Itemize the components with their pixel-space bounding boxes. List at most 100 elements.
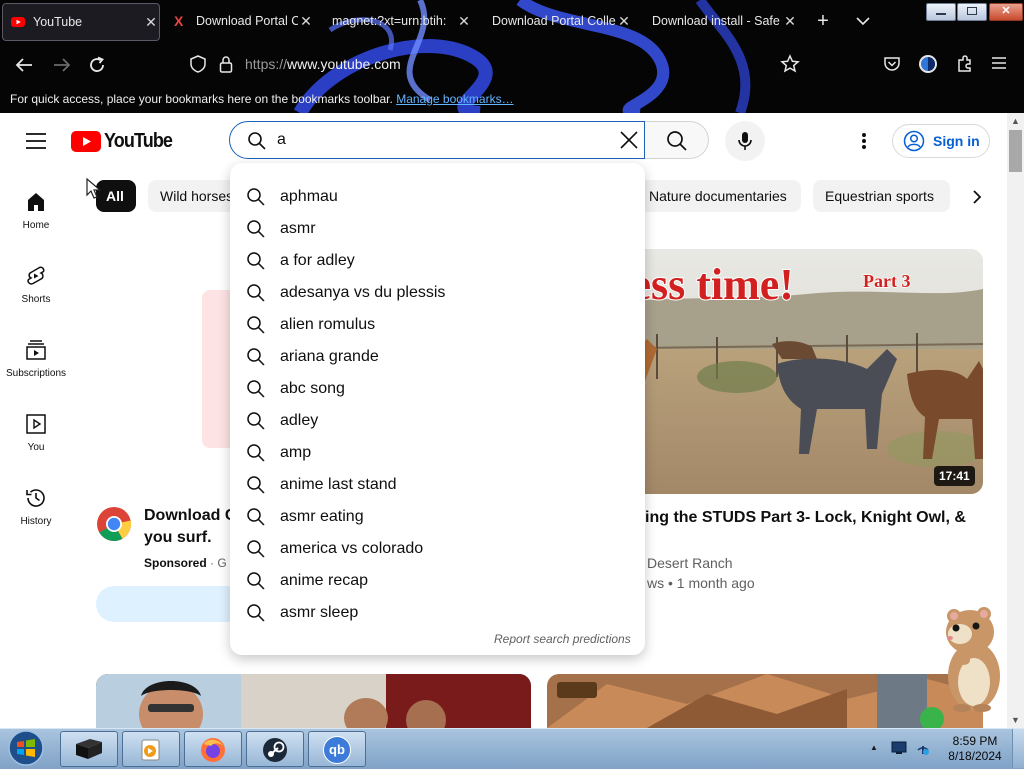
close-icon[interactable]: ✕ — [616, 13, 632, 30]
search-input[interactable]: a — [277, 131, 286, 149]
suggestion-item[interactable]: asmr sleep — [230, 597, 645, 629]
network-icon[interactable] — [914, 740, 932, 756]
suggestion-item[interactable]: alien romulus — [230, 309, 645, 341]
close-icon[interactable]: ✕ — [298, 13, 314, 30]
tab-magnet[interactable]: magnet:?xt=urn:btih: ✕ — [322, 3, 472, 39]
search-icon — [247, 252, 265, 270]
sign-in-label: Sign in — [933, 133, 980, 149]
suggestion-item[interactable]: aphmau — [230, 181, 645, 213]
ad-cta-button[interactable] — [96, 586, 236, 622]
lock-icon[interactable] — [219, 55, 233, 73]
sidebar-item-subscriptions[interactable]: Subscriptions — [0, 338, 72, 379]
suggestion-text: aphmau — [280, 188, 338, 205]
bookmark-star-icon[interactable] — [780, 54, 800, 74]
restore-button[interactable] — [957, 3, 987, 21]
video-title[interactable]: ing the STUDS Part 3- Lock, Knight Owl, … — [645, 507, 966, 529]
show-desktop-button[interactable] — [1012, 729, 1024, 768]
suggestion-text: ariana grande — [280, 348, 379, 365]
scroll-up-icon[interactable]: ▲ — [1007, 114, 1024, 128]
channel-name[interactable]: Desert Ranch — [647, 555, 733, 571]
guide-menu-button[interactable] — [26, 133, 46, 149]
video-thumbnail[interactable] — [547, 674, 983, 728]
suggestion-text: asmr sleep — [280, 604, 359, 621]
extensions-icon[interactable] — [955, 54, 975, 74]
suggestion-item[interactable]: asmr — [230, 213, 645, 245]
account-avatar-icon[interactable] — [918, 54, 938, 74]
url-text[interactable]: https://www.youtube.com — [245, 56, 401, 72]
scrollbar-thumb[interactable] — [1009, 130, 1022, 172]
suggestion-text: adesanya vs du plessis — [280, 284, 446, 301]
duration-badge: 17:41 — [934, 466, 975, 486]
tab-youtube[interactable]: YouTube ✕ — [2, 3, 160, 41]
ad-thumbnail[interactable] — [202, 290, 232, 448]
voice-search-button[interactable] — [725, 121, 765, 161]
bookmarks-toolbar-text: For quick access, place your bookmarks h… — [10, 92, 393, 106]
suggestion-item[interactable]: anime recap — [230, 565, 645, 597]
tab-download-portal-collection[interactable]: Download Portal Collec ✕ — [482, 3, 632, 39]
sidebar-item-home[interactable]: Home — [0, 190, 72, 231]
taskbar-app-media-player[interactable] — [122, 731, 180, 767]
settings-more-button[interactable] — [861, 132, 867, 150]
show-hidden-icons-button[interactable]: ▲ — [870, 743, 878, 752]
manage-bookmarks-link[interactable]: Manage bookmarks… — [396, 92, 513, 106]
chip-equestrian-sports[interactable]: Equestrian sports — [813, 180, 950, 212]
suggestion-item[interactable]: amp — [230, 437, 645, 469]
taskbar-app-qbittorrent[interactable]: qb — [308, 731, 366, 767]
chrome-logo-icon — [96, 506, 132, 542]
action-center-icon[interactable] — [891, 741, 907, 755]
tab-download-portal[interactable]: X Download Portal C ✕ — [166, 3, 314, 39]
pocket-icon[interactable] — [882, 54, 902, 74]
taskbar-app-firefox[interactable] — [184, 731, 242, 767]
sidebar-item-history[interactable]: History — [0, 486, 72, 527]
suggestion-item[interactable]: asmr eating — [230, 501, 645, 533]
suggestion-item[interactable]: anime last stand — [230, 469, 645, 501]
chip-wild-horses[interactable]: Wild horses — [148, 180, 240, 212]
search-icon — [247, 476, 265, 494]
video-thumbnail[interactable] — [96, 674, 531, 728]
forward-button[interactable] — [50, 53, 74, 77]
menu-hamburger-icon[interactable] — [991, 56, 1007, 70]
suggestion-item[interactable]: america vs colorado — [230, 533, 645, 565]
page-scrollbar[interactable] — [1007, 113, 1024, 728]
chip-all[interactable]: All — [96, 180, 136, 212]
sidebar-item-you[interactable]: You — [0, 412, 72, 453]
bookmarks-toolbar-message: For quick access, place your bookmarks h… — [10, 92, 514, 106]
close-icon[interactable]: ✕ — [782, 13, 798, 30]
ad-title-line: Download C — [144, 507, 237, 524]
suggestion-item[interactable]: a for adley — [230, 245, 645, 277]
x-brand-icon: X — [174, 13, 184, 29]
window-close-button[interactable]: ✕ — [989, 3, 1023, 21]
new-tab-button[interactable]: + — [812, 10, 834, 32]
system-clock[interactable]: 8:59 PM 8/18/2024 — [940, 734, 1010, 764]
sidebar-item-shorts[interactable]: Shorts — [0, 264, 72, 305]
reload-button[interactable] — [85, 53, 109, 77]
tab-download-install[interactable]: Download install - Safe ✕ — [642, 3, 798, 39]
ad-title[interactable]: Download C you surf. — [144, 505, 236, 549]
start-button[interactable] — [4, 729, 48, 767]
close-icon[interactable]: ✕ — [456, 13, 472, 30]
suggestion-item[interactable]: adley — [230, 405, 645, 437]
report-search-predictions-link[interactable]: Report search predictions — [494, 632, 631, 646]
youtube-play-logo-icon — [71, 131, 101, 152]
taskbar-app-steam[interactable] — [246, 731, 304, 767]
search-box[interactable] — [229, 121, 645, 159]
suggestion-item[interactable]: adesanya vs du plessis — [230, 277, 645, 309]
shield-icon[interactable] — [189, 55, 207, 73]
tab-title: Download Portal Collec — [492, 14, 616, 28]
minimize-button[interactable] — [926, 3, 956, 21]
steam-icon — [263, 738, 287, 762]
search-icon — [247, 508, 265, 526]
search-button[interactable] — [645, 121, 709, 159]
clear-search-button[interactable] — [619, 130, 639, 150]
sign-in-button[interactable]: Sign in — [892, 124, 990, 158]
back-button[interactable] — [12, 53, 36, 77]
scroll-down-icon[interactable]: ▼ — [1007, 713, 1024, 727]
suggestion-item[interactable]: ariana grande — [230, 341, 645, 373]
chips-next-button[interactable] — [972, 189, 982, 205]
suggestion-item[interactable]: abc song — [230, 373, 645, 405]
youtube-logo[interactable]: YouTube — [71, 130, 180, 153]
close-icon[interactable]: ✕ — [143, 14, 159, 31]
list-tabs-button[interactable] — [852, 10, 874, 32]
chip-nature-documentaries[interactable]: Nature documentaries — [637, 180, 801, 212]
taskbar-app-terminal[interactable] — [60, 731, 118, 767]
